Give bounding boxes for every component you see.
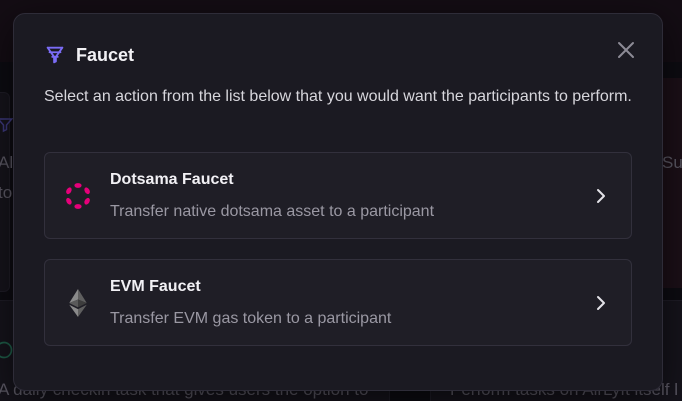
- background-text: to: [0, 183, 13, 202]
- close-button[interactable]: [614, 38, 638, 62]
- background-text: Su: [662, 153, 682, 172]
- option-subtitle: Transfer native dotsama asset to a parti…: [110, 203, 435, 220]
- option-title: Dotsama Faucet: [110, 171, 234, 188]
- chevron-right-icon: [591, 186, 611, 206]
- funnel-icon: [0, 118, 14, 133]
- polkadot-icon: [63, 181, 93, 211]
- ethereum-icon: [63, 288, 93, 318]
- dotsama-faucet-option[interactable]: Dotsama Faucet Transfer native dotsama a…: [44, 152, 632, 239]
- close-icon: [618, 42, 634, 58]
- evm-faucet-option[interactable]: EVM Faucet Transfer EVM gas token to a p…: [44, 259, 632, 346]
- checkin-icon: [0, 341, 13, 359]
- modal-description: Select an action from the list below tha…: [44, 88, 632, 105]
- faucet-modal: Faucet Select an action from the list be…: [13, 13, 663, 391]
- modal-title: Faucet: [76, 44, 135, 65]
- chevron-right-icon: [591, 293, 611, 313]
- funnel-icon: [44, 44, 66, 66]
- option-subtitle: Transfer EVM gas token to a participant: [110, 310, 392, 327]
- option-title: EVM Faucet: [110, 278, 201, 295]
- modal-header: Faucet: [44, 44, 134, 66]
